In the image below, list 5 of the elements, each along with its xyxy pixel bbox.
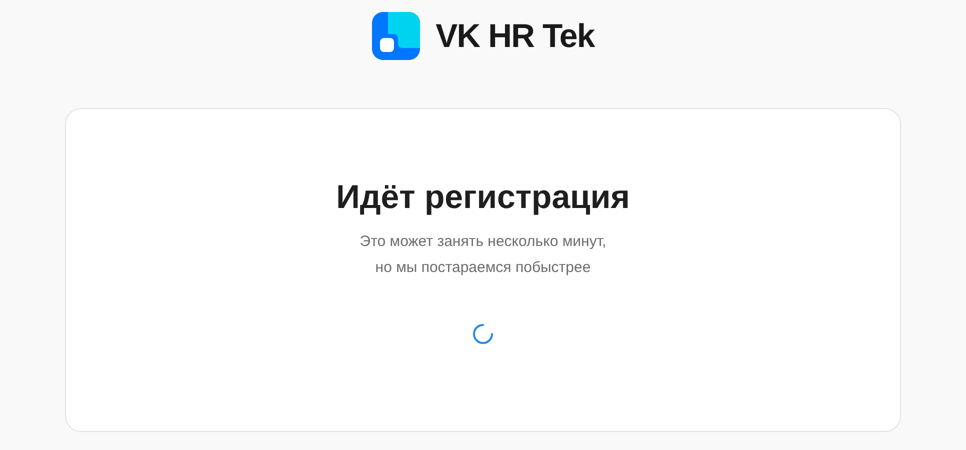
logo-icon	[372, 12, 420, 60]
logo-text: VK HR Tek	[436, 16, 594, 56]
subtitle-line: Это может занять несколько минут,	[360, 232, 606, 252]
title: Идёт регистрация	[336, 177, 630, 217]
subtitle-line: но мы постараемся побыстрее	[375, 258, 591, 278]
